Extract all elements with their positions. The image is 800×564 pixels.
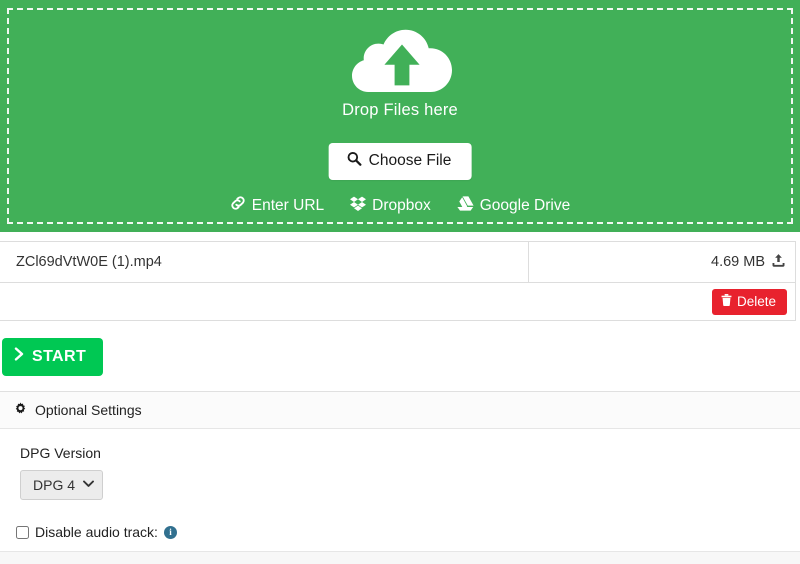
enter-url-link[interactable]: Enter URL [230, 195, 324, 216]
optional-settings-label: Optional Settings [35, 402, 142, 418]
cloud-upload-icon [0, 18, 800, 98]
upload-icon[interactable] [771, 253, 786, 272]
disable-audio-label[interactable]: Disable audio track: [35, 524, 158, 540]
choose-file-label: Choose File [369, 152, 452, 170]
chevron-right-icon [14, 347, 25, 366]
optional-settings-body: DPG Version DPG 4 [0, 429, 800, 521]
dropbox-icon [350, 196, 366, 216]
link-icon [230, 195, 246, 216]
uploaded-files-table: ZCl69dVtW0E (1).mp4 4.69 MB Delete [0, 241, 796, 321]
choose-file-button[interactable]: Choose File [329, 143, 472, 180]
search-icon [347, 151, 362, 171]
file-name-cell: ZCl69dVtW0E (1).mp4 [0, 242, 529, 282]
dpg-version-label: DPG Version [20, 445, 800, 461]
bottom-strip [0, 552, 800, 564]
dpg-version-select-wrapper: DPG 4 [20, 470, 103, 500]
drop-files-label: Drop Files here [0, 101, 800, 120]
file-size-cell: 4.69 MB [529, 242, 795, 282]
start-label: START [32, 348, 86, 366]
delete-button[interactable]: Delete [712, 289, 787, 315]
file-actions-row: Delete [0, 283, 795, 320]
trash-icon [721, 294, 732, 309]
dropbox-link[interactable]: Dropbox [350, 196, 431, 216]
delete-label: Delete [737, 294, 776, 309]
dropbox-label: Dropbox [372, 197, 431, 215]
disable-audio-row: Disable audio track: i [0, 513, 800, 551]
table-row: ZCl69dVtW0E (1).mp4 4.69 MB [0, 242, 795, 283]
file-size-label: 4.69 MB [711, 254, 765, 270]
start-button[interactable]: START [2, 338, 103, 376]
optional-settings-header[interactable]: Optional Settings [0, 392, 800, 429]
dpg-version-select[interactable]: DPG 4 [20, 470, 103, 500]
info-icon[interactable]: i [164, 526, 177, 539]
google-drive-link[interactable]: Google Drive [457, 196, 570, 216]
optional-settings-panel: Optional Settings DPG Version DPG 4 [0, 391, 800, 521]
google-drive-label: Google Drive [480, 197, 570, 215]
google-drive-icon [457, 196, 474, 216]
file-dropzone[interactable]: Drop Files here Choose File Enter URL [0, 0, 800, 232]
enter-url-label: Enter URL [252, 197, 324, 215]
disable-audio-checkbox[interactable] [16, 526, 29, 539]
gear-icon [14, 402, 27, 418]
dropzone-service-links: Enter URL Dropbox [0, 195, 800, 216]
